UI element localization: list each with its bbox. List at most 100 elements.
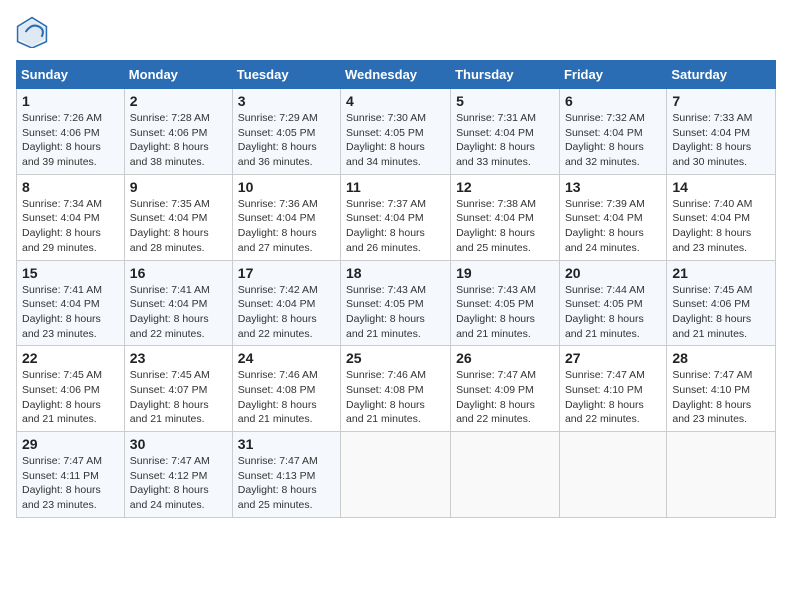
day-info: Sunrise: 7:46 AMSunset: 4:08 PMDaylight:…	[346, 368, 445, 427]
day-number: 24	[238, 350, 335, 366]
day-number: 12	[456, 179, 554, 195]
day-number: 8	[22, 179, 119, 195]
calendar-cell: 25 Sunrise: 7:46 AMSunset: 4:08 PMDayligh…	[341, 346, 451, 432]
calendar-cell: 14 Sunrise: 7:40 AMSunset: 4:04 PMDayligh…	[667, 174, 776, 260]
day-info: Sunrise: 7:44 AMSunset: 4:05 PMDaylight:…	[565, 283, 661, 342]
day-number: 17	[238, 265, 335, 281]
calendar-cell: 7 Sunrise: 7:33 AMSunset: 4:04 PMDaylight…	[667, 89, 776, 175]
calendar-cell: 2 Sunrise: 7:28 AMSunset: 4:06 PMDaylight…	[124, 89, 232, 175]
day-number: 31	[238, 436, 335, 452]
calendar-cell: 21 Sunrise: 7:45 AMSunset: 4:06 PMDayligh…	[667, 260, 776, 346]
calendar-cell: 22 Sunrise: 7:45 AMSunset: 4:06 PMDayligh…	[17, 346, 125, 432]
header-saturday: Saturday	[667, 61, 776, 89]
day-info: Sunrise: 7:46 AMSunset: 4:08 PMDaylight:…	[238, 368, 335, 427]
day-info: Sunrise: 7:30 AMSunset: 4:05 PMDaylight:…	[346, 111, 445, 170]
calendar-cell: 17Sunrise: 7:42 AMSunset: 4:04 PMDayligh…	[232, 260, 340, 346]
day-number: 11	[346, 179, 445, 195]
calendar-week-row: 22 Sunrise: 7:45 AMSunset: 4:06 PMDayligh…	[17, 346, 776, 432]
header-thursday: Thursday	[451, 61, 560, 89]
day-number: 27	[565, 350, 661, 366]
header-sunday: Sunday	[17, 61, 125, 89]
calendar-cell: 4 Sunrise: 7:30 AMSunset: 4:05 PMDaylight…	[341, 89, 451, 175]
day-info: Sunrise: 7:45 AMSunset: 4:07 PMDaylight:…	[130, 368, 227, 427]
calendar-cell: 3 Sunrise: 7:29 AMSunset: 4:05 PMDaylight…	[232, 89, 340, 175]
header-monday: Monday	[124, 61, 232, 89]
header-friday: Friday	[559, 61, 666, 89]
calendar-cell: 6 Sunrise: 7:32 AMSunset: 4:04 PMDaylight…	[559, 89, 666, 175]
day-number: 4	[346, 93, 445, 109]
page-header	[16, 16, 776, 48]
day-info: Sunrise: 7:35 AMSunset: 4:04 PMDaylight:…	[130, 197, 227, 256]
calendar-cell: 1 Sunrise: 7:26 AMSunset: 4:06 PMDaylight…	[17, 89, 125, 175]
day-info: Sunrise: 7:47 AMSunset: 4:12 PMDaylight:…	[130, 454, 227, 513]
day-number: 1	[22, 93, 119, 109]
calendar-cell: 18Sunrise: 7:43 AMSunset: 4:05 PMDayligh…	[341, 260, 451, 346]
calendar-cell: 24 Sunrise: 7:46 AMSunset: 4:08 PMDayligh…	[232, 346, 340, 432]
day-number: 7	[672, 93, 770, 109]
day-info: Sunrise: 7:47 AMSunset: 4:11 PMDaylight:…	[22, 454, 119, 513]
day-number: 22	[22, 350, 119, 366]
calendar-week-row: 29 Sunrise: 7:47 AMSunset: 4:11 PMDayligh…	[17, 432, 776, 518]
day-info: Sunrise: 7:47 AMSunset: 4:10 PMDaylight:…	[672, 368, 770, 427]
day-info: Sunrise: 7:45 AMSunset: 4:06 PMDaylight:…	[672, 283, 770, 342]
calendar-header-row: Sunday Monday Tuesday Wednesday Thursday…	[17, 61, 776, 89]
day-number: 30	[130, 436, 227, 452]
day-number: 28	[672, 350, 770, 366]
day-info: Sunrise: 7:40 AMSunset: 4:04 PMDaylight:…	[672, 197, 770, 256]
day-info: Sunrise: 7:37 AMSunset: 4:04 PMDaylight:…	[346, 197, 445, 256]
day-number: 29	[22, 436, 119, 452]
day-info: Sunrise: 7:45 AMSunset: 4:06 PMDaylight:…	[22, 368, 119, 427]
calendar-cell: 23 Sunrise: 7:45 AMSunset: 4:07 PMDayligh…	[124, 346, 232, 432]
day-info: Sunrise: 7:29 AMSunset: 4:05 PMDaylight:…	[238, 111, 335, 170]
calendar-cell: 15Sunrise: 7:41 AMSunset: 4:04 PMDayligh…	[17, 260, 125, 346]
calendar-cell: 27 Sunrise: 7:47 AMSunset: 4:10 PMDayligh…	[559, 346, 666, 432]
day-number: 25	[346, 350, 445, 366]
calendar-cell: 26 Sunrise: 7:47 AMSunset: 4:09 PMDayligh…	[451, 346, 560, 432]
calendar-week-row: 8 Sunrise: 7:34 AMSunset: 4:04 PMDaylight…	[17, 174, 776, 260]
calendar-week-row: 15Sunrise: 7:41 AMSunset: 4:04 PMDayligh…	[17, 260, 776, 346]
calendar-cell	[451, 432, 560, 518]
day-info: Sunrise: 7:36 AMSunset: 4:04 PMDaylight:…	[238, 197, 335, 256]
calendar-cell: 28 Sunrise: 7:47 AMSunset: 4:10 PMDayligh…	[667, 346, 776, 432]
day-number: 14	[672, 179, 770, 195]
day-info: Sunrise: 7:28 AMSunset: 4:06 PMDaylight:…	[130, 111, 227, 170]
calendar-cell: 31 Sunrise: 7:47 AMSunset: 4:13 PMDayligh…	[232, 432, 340, 518]
day-info: Sunrise: 7:32 AMSunset: 4:04 PMDaylight:…	[565, 111, 661, 170]
day-number: 6	[565, 93, 661, 109]
day-number: 21	[672, 265, 770, 281]
day-info: Sunrise: 7:43 AMSunset: 4:05 PMDaylight:…	[456, 283, 554, 342]
day-number: 20	[565, 265, 661, 281]
calendar-cell	[341, 432, 451, 518]
day-info: Sunrise: 7:26 AMSunset: 4:06 PMDaylight:…	[22, 111, 119, 170]
calendar-cell: 11 Sunrise: 7:37 AMSunset: 4:04 PMDayligh…	[341, 174, 451, 260]
day-number: 16	[130, 265, 227, 281]
calendar-cell: 30 Sunrise: 7:47 AMSunset: 4:12 PMDayligh…	[124, 432, 232, 518]
day-number: 18	[346, 265, 445, 281]
day-number: 13	[565, 179, 661, 195]
day-number: 9	[130, 179, 227, 195]
day-info: Sunrise: 7:47 AMSunset: 4:10 PMDaylight:…	[565, 368, 661, 427]
calendar-cell: 19 Sunrise: 7:43 AMSunset: 4:05 PMDayligh…	[451, 260, 560, 346]
day-number: 2	[130, 93, 227, 109]
calendar-table: Sunday Monday Tuesday Wednesday Thursday…	[16, 60, 776, 518]
day-info: Sunrise: 7:47 AMSunset: 4:09 PMDaylight:…	[456, 368, 554, 427]
day-number: 23	[130, 350, 227, 366]
logo	[16, 16, 52, 48]
calendar-cell: 12 Sunrise: 7:38 AMSunset: 4:04 PMDayligh…	[451, 174, 560, 260]
day-number: 10	[238, 179, 335, 195]
calendar-cell: 20 Sunrise: 7:44 AMSunset: 4:05 PMDayligh…	[559, 260, 666, 346]
day-info: Sunrise: 7:38 AMSunset: 4:04 PMDaylight:…	[456, 197, 554, 256]
calendar-cell: 9 Sunrise: 7:35 AMSunset: 4:04 PMDaylight…	[124, 174, 232, 260]
day-number: 26	[456, 350, 554, 366]
calendar-cell: 13Sunrise: 7:39 AMSunset: 4:04 PMDayligh…	[559, 174, 666, 260]
calendar-cell: 29 Sunrise: 7:47 AMSunset: 4:11 PMDayligh…	[17, 432, 125, 518]
calendar-cell: 16 Sunrise: 7:41 AMSunset: 4:04 PMDayligh…	[124, 260, 232, 346]
day-info: Sunrise: 7:34 AMSunset: 4:04 PMDaylight:…	[22, 197, 119, 256]
calendar-cell: 10 Sunrise: 7:36 AMSunset: 4:04 PMDayligh…	[232, 174, 340, 260]
day-info: Sunrise: 7:47 AMSunset: 4:13 PMDaylight:…	[238, 454, 335, 513]
day-number: 19	[456, 265, 554, 281]
day-number: 3	[238, 93, 335, 109]
day-info: Sunrise: 7:41 AMSunset: 4:04 PMDaylight:…	[22, 283, 119, 342]
day-info: Sunrise: 7:41 AMSunset: 4:04 PMDaylight:…	[130, 283, 227, 342]
day-info: Sunrise: 7:33 AMSunset: 4:04 PMDaylight:…	[672, 111, 770, 170]
